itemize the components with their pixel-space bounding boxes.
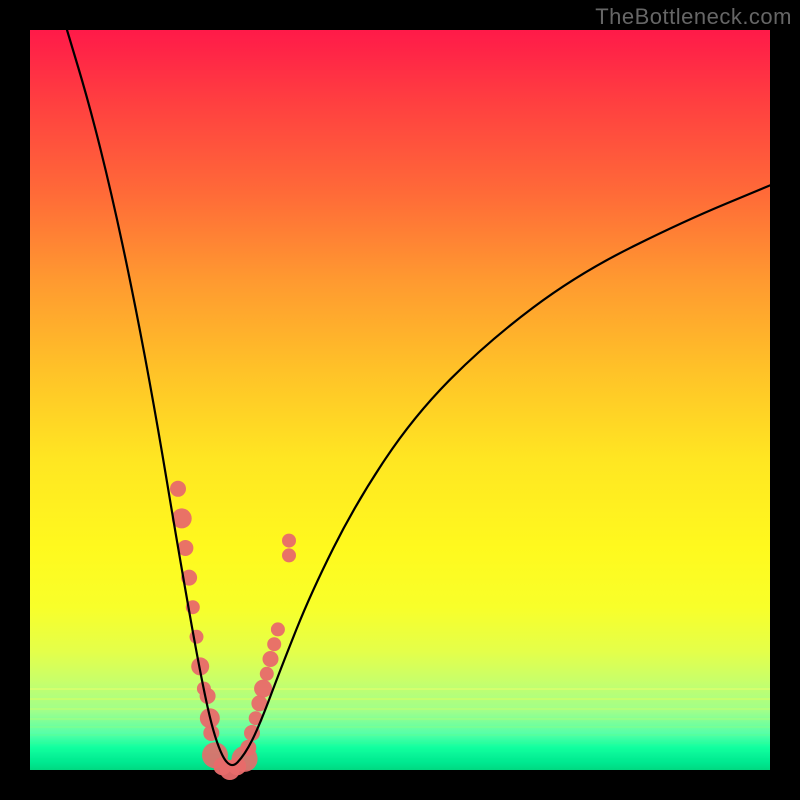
bottleneck-curve xyxy=(67,30,770,765)
marker-dot xyxy=(170,481,186,497)
plot-area xyxy=(30,30,770,770)
marker-dot xyxy=(200,688,216,704)
watermark-text: TheBottleneck.com xyxy=(595,4,792,30)
marker-dot xyxy=(267,637,281,651)
marker-group xyxy=(170,481,296,780)
marker-dot xyxy=(271,622,285,636)
marker-dot xyxy=(254,680,272,698)
marker-dot xyxy=(263,651,279,667)
marker-dot xyxy=(260,667,274,681)
marker-dot xyxy=(190,630,204,644)
chart-frame: TheBottleneck.com xyxy=(0,0,800,800)
chart-svg xyxy=(30,30,770,770)
marker-dot xyxy=(282,548,296,562)
marker-dot xyxy=(282,534,296,548)
